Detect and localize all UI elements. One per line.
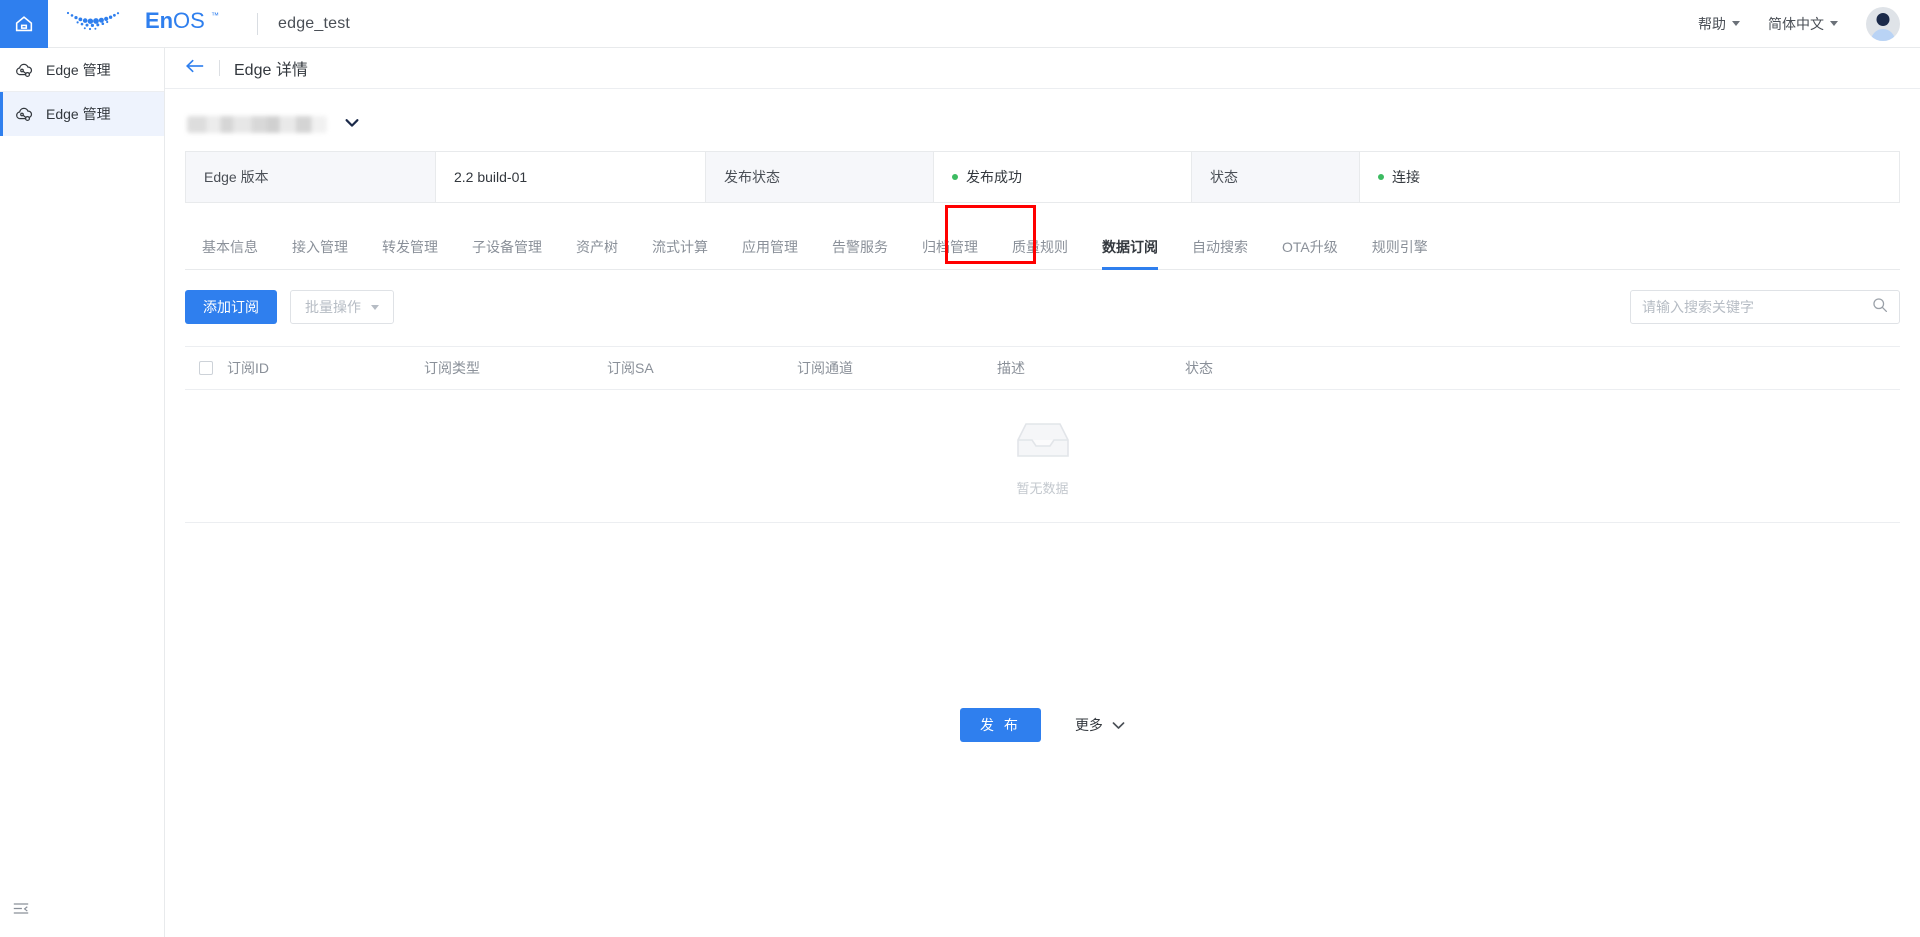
page-content: Edge 版本 2.2 build-01 发布状态 发布成功 状态 连接 基本信… [165, 89, 1920, 742]
enos-swoosh-icon [63, 7, 141, 40]
chevron-down-icon [1830, 21, 1838, 26]
more-button[interactable]: 更多 [1075, 715, 1125, 735]
tab-bar: 基本信息 接入管理 转发管理 子设备管理 资产树 流式计算 应用管理 告警服务 … [185, 205, 1900, 270]
top-bar-right: 帮助 简体中文 [1698, 6, 1920, 41]
edge-cloud-icon [14, 60, 34, 80]
tab-rule-engine[interactable]: 规则引擎 [1355, 237, 1445, 269]
empty-state-text: 暂无数据 [1016, 480, 1069, 496]
avatar-body [1871, 28, 1895, 41]
info-label-publish-status: 发布状态 [706, 152, 934, 202]
column-header-subscription-id: 订阅ID [227, 360, 269, 376]
column-header-status: 状态 [1185, 360, 1213, 376]
collapse-menu-icon [12, 903, 30, 922]
search-icon[interactable] [1872, 297, 1888, 318]
batch-operation-button[interactable]: 批量操作 [290, 290, 394, 324]
footer-actions: 发 布 更多 [165, 708, 1920, 742]
sidebar-item-edge-management[interactable]: Edge 管理 [0, 92, 164, 136]
search-box[interactable] [1630, 290, 1900, 324]
tab-asset-tree[interactable]: 资产树 [559, 237, 635, 269]
table-toolbar: 添加订阅 批量操作 [185, 290, 1900, 324]
sidebar: Edge 管理 Edge 管理 [0, 48, 165, 937]
svg-text:OS: OS [173, 8, 205, 33]
back-arrow-icon[interactable] [185, 57, 205, 80]
tab-ota-upgrade[interactable]: OTA升级 [1265, 237, 1355, 269]
edge-info-strip: Edge 版本 2.2 build-01 发布状态 发布成功 状态 连接 [185, 151, 1900, 203]
select-all-cell [185, 361, 227, 375]
tab-data-subscription[interactable]: 数据订阅 [1085, 237, 1175, 270]
chevron-down-icon [1732, 21, 1740, 26]
language-menu-label: 简体中文 [1768, 15, 1824, 32]
tab-alarm-service[interactable]: 告警服务 [815, 237, 905, 269]
brand-logo-area: En OS ™ edge_test [63, 7, 350, 40]
tab-quality-rule[interactable]: 质量规则 [995, 237, 1085, 269]
tab-stream-computing[interactable]: 流式计算 [635, 237, 725, 269]
project-name: edge_test [278, 14, 351, 32]
sidebar-item-edge-management-group[interactable]: Edge 管理 [0, 48, 164, 92]
column-header-subscription-sa: 订阅SA [607, 360, 654, 376]
select-all-checkbox[interactable] [199, 361, 213, 375]
header-divider [219, 60, 220, 76]
empty-state: 暂无数据 [185, 390, 1900, 523]
more-button-label: 更多 [1074, 717, 1103, 733]
search-input[interactable] [1642, 299, 1872, 315]
tab-sub-device-management[interactable]: 子设备管理 [455, 237, 559, 269]
language-menu[interactable]: 简体中文 [1768, 14, 1838, 34]
top-bar: En OS ™ edge_test 帮助 简体中文 [0, 0, 1920, 48]
help-menu-label: 帮助 [1698, 15, 1726, 32]
tab-application-management[interactable]: 应用管理 [725, 237, 815, 269]
chevron-down-icon [371, 304, 379, 310]
device-name-redacted [187, 115, 327, 133]
info-value-edge-version: 2.2 build-01 [436, 152, 706, 202]
info-label-status: 状态 [1192, 152, 1360, 202]
home-button[interactable] [0, 0, 48, 48]
chevron-down-icon[interactable] [345, 115, 359, 133]
page-title: Edge 详情 [234, 62, 308, 79]
info-value-publish-status: 发布成功 [934, 152, 1192, 202]
column-header-description: 描述 [997, 360, 1025, 376]
empty-box-icon [1010, 416, 1076, 469]
home-icon [13, 13, 35, 35]
subscription-table: 订阅ID 订阅类型 订阅SA 订阅通道 描述 状态 暂无数据 [185, 346, 1900, 523]
tab-access-management[interactable]: 接入管理 [275, 237, 365, 269]
add-subscription-button[interactable]: 添加订阅 [185, 290, 277, 324]
column-header-subscription-type: 订阅类型 [424, 360, 480, 376]
connection-status-text: 连接 [1392, 169, 1420, 185]
brand-divider [257, 12, 258, 35]
tab-basic-info[interactable]: 基本信息 [185, 237, 275, 269]
tab-forward-management[interactable]: 转发管理 [365, 237, 455, 269]
table-header-row: 订阅ID 订阅类型 订阅SA 订阅通道 描述 状态 [185, 346, 1900, 390]
column-header-subscription-channel: 订阅通道 [797, 360, 853, 376]
publish-status-text: 发布成功 [966, 169, 1022, 185]
avatar-head [1876, 12, 1890, 26]
avatar[interactable] [1866, 6, 1900, 41]
enos-wordmark: En OS ™ [145, 8, 237, 39]
edge-cloud-icon [14, 104, 34, 124]
sidebar-item-label: Edge 管理 [46, 61, 111, 78]
tab-auto-search[interactable]: 自动搜索 [1175, 237, 1265, 269]
device-selector[interactable] [185, 107, 1900, 141]
help-menu[interactable]: 帮助 [1698, 14, 1740, 34]
sidebar-collapse-button[interactable] [12, 900, 30, 923]
sidebar-item-label: Edge 管理 [46, 106, 111, 122]
tab-archive-management[interactable]: 归档管理 [905, 237, 995, 269]
chevron-down-icon [1112, 717, 1125, 733]
main-content: Edge 详情 Edge 版本 2.2 build-01 发布状态 发布成功 状… [165, 48, 1920, 937]
batch-operation-label: 批量操作 [305, 299, 361, 315]
svg-text:En: En [145, 8, 173, 33]
page-header: Edge 详情 [165, 48, 1920, 89]
status-dot [1378, 174, 1384, 180]
info-label-edge-version: Edge 版本 [186, 152, 436, 202]
info-value-status: 连接 [1360, 152, 1899, 202]
svg-text:™: ™ [211, 11, 219, 20]
publish-button[interactable]: 发 布 [960, 708, 1041, 742]
status-dot [952, 174, 958, 180]
